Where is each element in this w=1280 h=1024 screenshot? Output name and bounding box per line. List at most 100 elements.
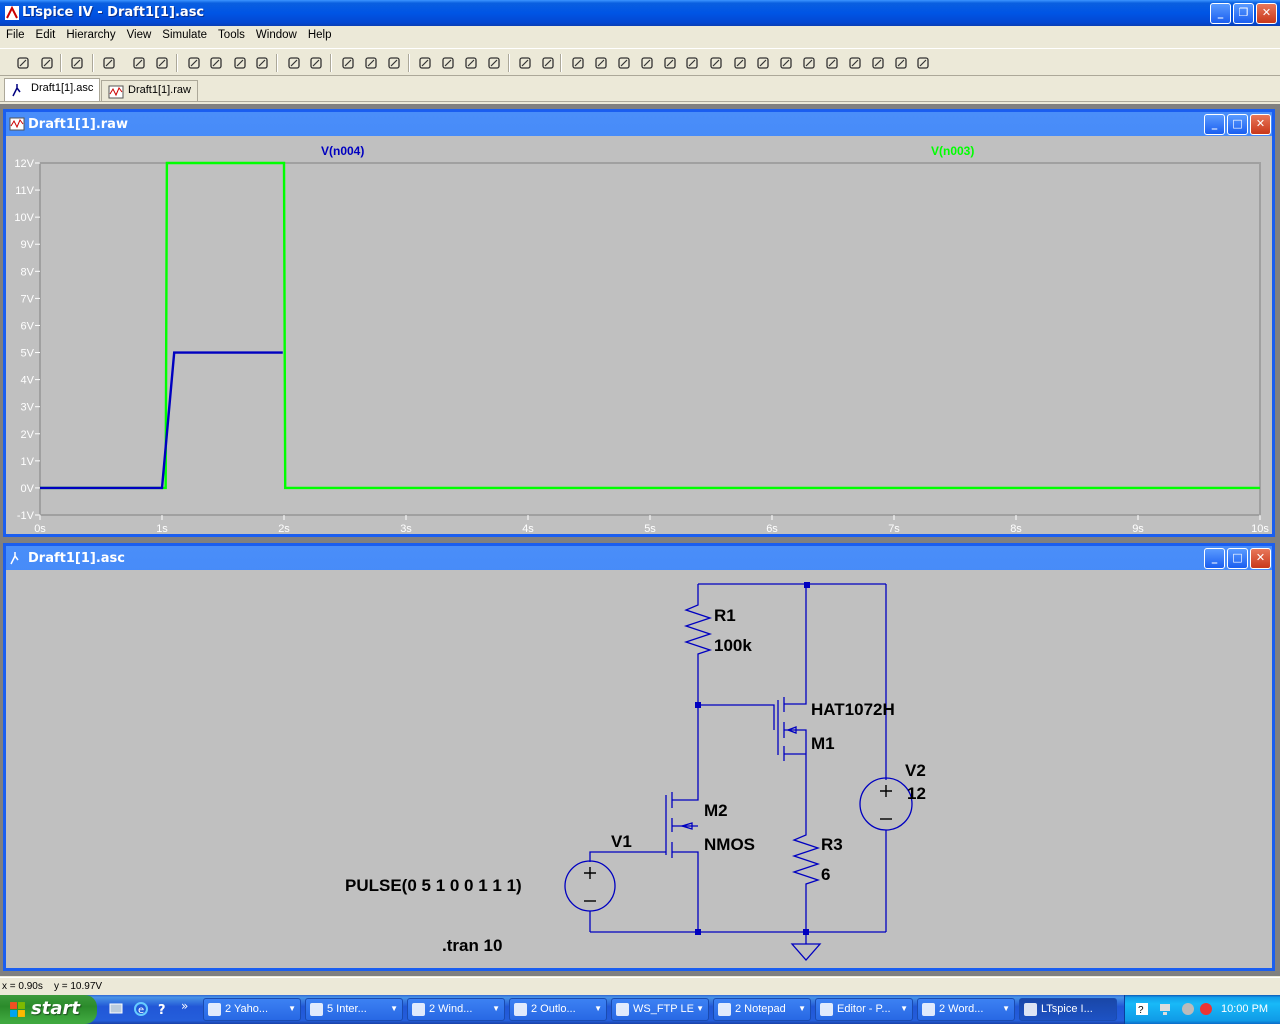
waveform-plot[interactable]: 12V 11V 10V 9V 8V 7V 6V 5V 4V 3V 2V 1V 0V -1V0s 1s 2s 3s… (6, 136, 1272, 537)
r1-label[interactable]: R1 (714, 606, 736, 626)
cut-icon[interactable] (415, 53, 435, 73)
resistor-icon[interactable] (637, 53, 657, 73)
label-net-icon[interactable] (614, 53, 634, 73)
app-icon (412, 1003, 425, 1016)
ie-icon[interactable]: e (133, 1001, 149, 1017)
zoom-in-icon[interactable] (184, 53, 204, 73)
ground-icon[interactable] (591, 53, 611, 73)
m2-label[interactable]: M2 (704, 801, 728, 821)
r3-label[interactable]: R3 (821, 835, 843, 855)
tab-waveform[interactable]: Draft1[1].raw (101, 80, 198, 101)
close-button[interactable]: ✕ (1250, 548, 1271, 569)
quicklaunch-more-icon[interactable]: » (181, 999, 188, 1013)
taskbar-button[interactable]: 2 Outlo... ▼ (509, 998, 607, 1021)
minimize-button[interactable]: _ (1204, 114, 1225, 135)
rotate-icon[interactable] (845, 53, 865, 73)
menu-help[interactable]: Help (302, 26, 337, 41)
taskbar-button[interactable]: Editor - P... ▼ (815, 998, 913, 1021)
redo-icon[interactable] (822, 53, 842, 73)
waveform-window[interactable]: Draft1[1].raw _ □ ✕ V(n004) V(n003) 12V 1… (3, 109, 1275, 537)
menu-hierarchy[interactable]: Hierarchy (60, 26, 120, 41)
taskbar-button[interactable]: LTspice I... (1019, 998, 1117, 1021)
v2-label[interactable]: V2 (905, 761, 926, 781)
print-setup-icon[interactable] (515, 53, 535, 73)
menu-bar: File Edit Hierarchy View Simulate Tools Window… (0, 26, 1280, 46)
m1-model[interactable]: HAT1072H (811, 700, 895, 720)
maximize-button[interactable]: □ (1227, 548, 1248, 569)
r1-value[interactable]: 100k (714, 636, 752, 656)
menu-file[interactable]: File (0, 26, 30, 41)
help-tray-icon[interactable]: ? (1135, 1002, 1149, 1016)
capacitor-icon[interactable] (660, 53, 680, 73)
close-button[interactable]: ✕ (1256, 3, 1277, 24)
schematic-window[interactable]: Draft1[1].asc _ □ ✕ R1 100k HAT1072H M1 … (3, 543, 1275, 971)
open-icon[interactable] (37, 53, 57, 73)
undo-icon[interactable] (799, 53, 819, 73)
taskbar-button[interactable]: 2 Word... ▼ (917, 998, 1015, 1021)
taskbar-button[interactable]: 2 Yaho... ▼ (203, 998, 301, 1021)
taskbar-button[interactable]: 2 Wind... ▼ (407, 998, 505, 1021)
circuit-drawing[interactable] (6, 570, 1272, 971)
volume-icon[interactable] (1181, 1002, 1195, 1016)
help-icon[interactable]: ? (155, 1001, 171, 1017)
security-icon[interactable] (1199, 1002, 1213, 1016)
save-icon[interactable] (67, 53, 87, 73)
schematic-title-bar[interactable]: Draft1[1].asc _ □ ✕ (6, 546, 1272, 570)
close-all-icon[interactable] (384, 53, 404, 73)
drag-icon[interactable] (776, 53, 796, 73)
mirror-icon[interactable] (868, 53, 888, 73)
desktop-icon[interactable] (108, 1001, 124, 1017)
reset-view-icon[interactable] (306, 53, 326, 73)
run-icon[interactable] (129, 53, 149, 73)
m1-label[interactable]: M1 (811, 734, 835, 754)
m2-model[interactable]: NMOS (704, 835, 755, 855)
tile-horizontal-icon[interactable] (338, 53, 358, 73)
tab-schematic[interactable]: Draft1[1].asc (4, 78, 101, 101)
halt-icon[interactable] (152, 53, 172, 73)
r3-value[interactable]: 6 (821, 865, 830, 885)
start-button[interactable]: start (0, 995, 97, 1024)
menu-view[interactable]: View (121, 26, 157, 41)
tran-directive[interactable]: .tran 10 (442, 936, 502, 956)
copy-icon[interactable] (438, 53, 458, 73)
paste-icon[interactable] (461, 53, 481, 73)
zoom-out-icon[interactable] (230, 53, 250, 73)
menu-simulate[interactable]: Simulate (156, 26, 212, 41)
wire-icon[interactable] (568, 53, 588, 73)
taskbar-button[interactable]: WS_FTP LE ▼ (611, 998, 709, 1021)
maximize-button[interactable]: □ (1227, 114, 1248, 135)
new-schematic-icon[interactable] (13, 53, 33, 73)
menu-window[interactable]: Window (250, 26, 302, 41)
app-icon (310, 1003, 323, 1016)
autorange-icon[interactable] (284, 53, 304, 73)
menu-edit[interactable]: Edit (30, 26, 61, 41)
v1-value[interactable]: PULSE(0 5 1 0 0 1 1 1) (345, 876, 522, 896)
menu-tools[interactable]: Tools (212, 26, 250, 41)
inductor-icon[interactable] (682, 53, 702, 73)
taskbar-button[interactable]: 2 Notepad ▼ (713, 998, 811, 1021)
text-icon[interactable] (891, 53, 911, 73)
x-tick-label: 3s (400, 523, 412, 535)
waveform-title-bar[interactable]: Draft1[1].raw _ □ ✕ (6, 112, 1272, 136)
close-button[interactable]: ✕ (1250, 114, 1271, 135)
spice-directive-icon[interactable] (913, 53, 933, 73)
minimize-button[interactable]: _ (1204, 548, 1225, 569)
move-icon[interactable] (753, 53, 773, 73)
cascade-icon[interactable] (361, 53, 381, 73)
v1-label[interactable]: V1 (611, 832, 632, 852)
zoom-fit-icon[interactable] (252, 53, 272, 73)
restore-button[interactable]: ❐ (1233, 3, 1254, 24)
print-icon[interactable] (538, 53, 558, 73)
control-panel-icon[interactable] (99, 53, 119, 73)
taskbar-button[interactable]: 5 Inter... ▼ (305, 998, 403, 1021)
find-icon[interactable] (484, 53, 504, 73)
v2-value[interactable]: 12 (907, 784, 926, 804)
component-icon[interactable] (730, 53, 750, 73)
network-icon[interactable] (1158, 1002, 1172, 1016)
diode-icon[interactable] (706, 53, 726, 73)
minimize-button[interactable]: _ (1210, 3, 1231, 24)
zoom-pan-icon[interactable] (206, 53, 226, 73)
app-title-bar[interactable]: LTspice IV - Draft1[1].asc _ ❐ ✕ (0, 0, 1280, 26)
schematic-canvas[interactable]: R1 100k HAT1072H M1 V2 12 M2 NMOS V1 R3 … (6, 570, 1272, 968)
waveform-pane[interactable]: V(n004) V(n003) 12V 11V 10V 9V 8V 7V 6V 5V 4V 3V 2… (6, 136, 1272, 537)
